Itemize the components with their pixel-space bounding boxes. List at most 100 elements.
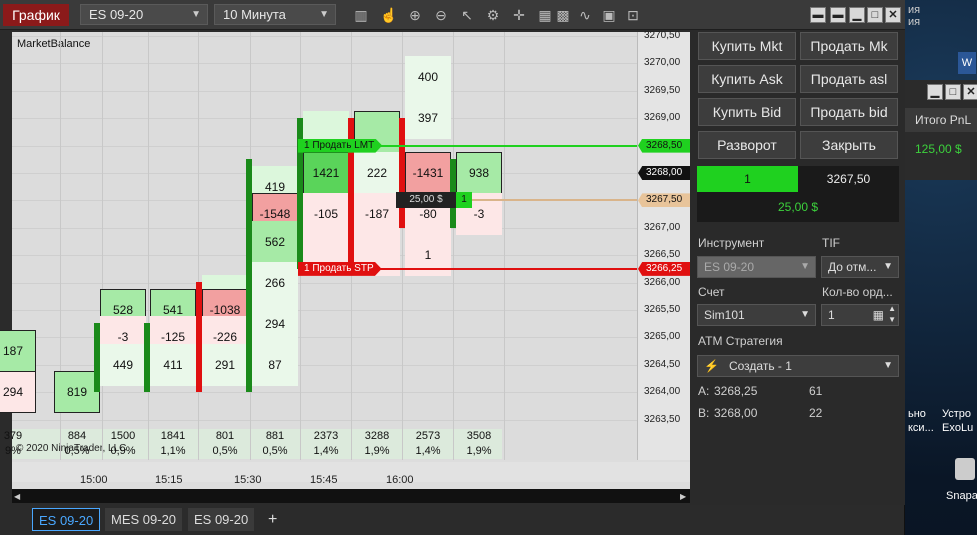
footprint-cell: -1431 — [405, 152, 451, 194]
indicators-icon[interactable]: ▦ — [536, 6, 554, 24]
order-tag[interactable]: 1 Продать STP — [298, 261, 382, 276]
zoom-out-icon[interactable]: ⊖ — [432, 6, 450, 24]
time-axis[interactable]: 15:00 15:15 15:30 15:45 16:00 — [12, 462, 690, 486]
desktop-text-1: ия — [908, 4, 921, 16]
volume-total: 881 — [265, 430, 285, 442]
crosshair-icon[interactable]: ✛ — [510, 6, 528, 24]
grid-line — [198, 32, 199, 460]
window-option-button[interactable]: ▬ — [810, 7, 826, 23]
grid-line — [453, 32, 454, 460]
price-tag: 3267,50 — [638, 193, 691, 208]
tab-0[interactable]: ES 09-20 — [32, 508, 101, 531]
bid-label: B: — [698, 406, 710, 420]
position-price: 3267,50 — [798, 166, 899, 192]
chart-area[interactable]: MarketBalance F © 2020 NinjaTrader, LLC … — [0, 30, 691, 489]
snapshot-icon[interactable]: ▣ — [600, 6, 618, 24]
price-label: 3266,50 — [644, 249, 681, 261]
desktop-label-1[interactable]: ьно — [908, 408, 926, 420]
snapa-icon[interactable] — [955, 458, 975, 480]
sell-bid-button[interactable]: Продать bid — [800, 98, 898, 126]
close-position-button[interactable]: Закрыть — [800, 131, 898, 159]
volume-percent: 1,4% — [313, 445, 339, 457]
close-button[interactable]: ✕ — [885, 7, 901, 23]
lightning-icon: ⚡ — [704, 359, 719, 373]
chart-trader-panel: Купить Mkt Продать Mk Купить Ask Продать… — [690, 30, 905, 505]
ask-size: 61 — [809, 384, 823, 398]
account-select-value: Sim101 — [704, 308, 745, 322]
interval-selector-value: 10 Минута — [223, 7, 286, 22]
scroll-left-icon[interactable]: ◀ — [14, 492, 20, 501]
pointer-icon[interactable]: ☝ — [380, 6, 398, 24]
word-icon[interactable]: W — [958, 52, 976, 74]
position-tag[interactable]: 25,00 $ — [396, 192, 456, 209]
footprint-cell: 222 — [354, 152, 400, 194]
tab-1[interactable]: MES 09-20 — [105, 508, 183, 531]
instrument-field[interactable]: ES 09-20 ▼ — [697, 256, 816, 278]
account-select[interactable]: Sim101 ▼ — [697, 304, 816, 326]
bid-price: 3268,00 — [714, 406, 758, 420]
pnl-minimize-button[interactable]: ▁ — [927, 84, 943, 100]
scroll-right-icon[interactable]: ▶ — [680, 492, 686, 501]
chevron-down-icon: ▼ — [319, 9, 329, 20]
bid-size: 22 — [809, 406, 823, 420]
desktop-label-4[interactable]: ExoLu — [942, 422, 973, 434]
position-qty: 1 — [697, 166, 798, 192]
price-label: 3266,00 — [644, 276, 681, 288]
position-line[interactable] — [452, 199, 637, 202]
account-label: Счет — [698, 285, 725, 299]
chart-plot[interactable]: MarketBalance F © 2020 NinjaTrader, LLC … — [0, 32, 686, 460]
reverse-button[interactable]: Разворот — [698, 131, 796, 159]
minimize-button[interactable]: ▁ — [849, 7, 865, 23]
footprint-cell: 938 — [456, 152, 502, 194]
zoom-in-icon[interactable]: ⊕ — [406, 6, 424, 24]
pnl-header: Итого PnL — [905, 108, 977, 132]
bars-icon[interactable]: ▥ — [352, 6, 370, 24]
window-option-button-2[interactable]: ▬ — [830, 7, 846, 23]
instrument-selector[interactable]: ES 09-20 ▼ — [80, 4, 208, 25]
time-label: 15:30 — [234, 474, 262, 486]
drawing-tools-icon[interactable]: ∿ — [576, 6, 594, 24]
footprint-cell: 291 — [202, 343, 248, 386]
tab-2[interactable]: ES 09-20 — [188, 508, 255, 531]
buy-bid-button[interactable]: Купить Bid — [698, 98, 796, 126]
volume-percent: 0,9% — [110, 445, 136, 457]
footprint-cell: -187 — [354, 193, 400, 236]
tif-select[interactable]: До отм... ▼ — [821, 256, 899, 278]
footprint-cell: 400 — [405, 56, 451, 99]
atm-strategy-select[interactable]: ⚡ Создать - 1 ▼ — [697, 355, 899, 377]
price-label: 3269,50 — [644, 84, 681, 96]
calculator-icon[interactable]: ▦ — [873, 305, 884, 325]
buy-ask-button[interactable]: Купить Ask — [698, 65, 796, 93]
volume-total: 3508 — [466, 430, 492, 442]
desktop-label-2[interactable]: кси... — [908, 422, 934, 434]
price-label: 3264,00 — [644, 386, 681, 398]
volume-total: 379 — [3, 430, 23, 442]
sell-mkt-button[interactable]: Продать Mk — [800, 32, 898, 60]
strategies-icon[interactable]: ▩ — [554, 6, 572, 24]
pnl-close-button[interactable]: ✕ — [963, 84, 977, 100]
cursor-icon[interactable]: ↖ — [458, 6, 476, 24]
volume-percent: 1,9% — [364, 445, 390, 457]
maximize-button[interactable]: □ — [867, 7, 883, 23]
pnl-maximize-button[interactable]: □ — [945, 84, 961, 100]
properties-icon[interactable]: ⚙ — [484, 6, 502, 24]
position-qty-tag[interactable]: 1 — [456, 192, 472, 209]
refresh-icon[interactable]: ⊡ — [624, 6, 642, 24]
tab-3[interactable]: + — [262, 508, 283, 531]
desktop-label-3[interactable]: Устро — [942, 408, 971, 420]
order-tag[interactable]: 1 Продать LMT — [298, 138, 383, 153]
instrument-selector-value: ES 09-20 — [89, 7, 144, 22]
desktop-label-snapa[interactable]: Snapa — [946, 490, 977, 502]
buy-mkt-button[interactable]: Купить Mkt — [698, 32, 796, 60]
sell-ask-button[interactable]: Продать asl — [800, 65, 898, 93]
stepper-arrows-icon[interactable]: ▲ ▼ — [888, 303, 896, 325]
interval-selector[interactable]: 10 Минута ▼ — [214, 4, 336, 25]
indicator-label: MarketBalance — [17, 38, 91, 50]
price-label: 3270,00 — [644, 57, 681, 69]
volume-total: 1841 — [160, 430, 186, 442]
horizontal-scrollbar[interactable]: ◀ ▶ — [12, 489, 690, 503]
price-label: 3269,00 — [644, 112, 681, 124]
grid-line — [12, 36, 637, 37]
price-axis[interactable]: 3270,50 3270,00 3269,50 3269,00 3268,50 3268,… — [637, 30, 691, 460]
quantity-stepper[interactable]: 1 ▦ ▲ ▼ — [821, 304, 899, 326]
